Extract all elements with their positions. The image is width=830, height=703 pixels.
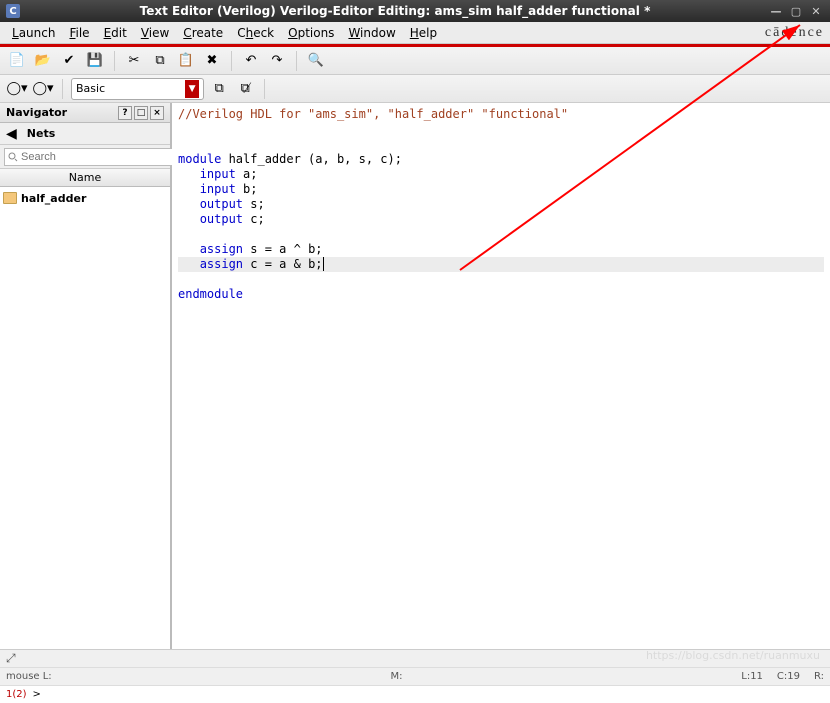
tool-icon-2[interactable]: ⧉̸	[234, 78, 256, 100]
titlebar: C Text Editor (Verilog) Verilog-Editor E…	[0, 0, 830, 22]
nav-tab-label[interactable]: Nets	[27, 127, 55, 140]
save-icon[interactable]: 💾	[84, 50, 106, 72]
maximize-button[interactable]: ▢	[788, 4, 804, 18]
menubar: LaunchFileEditViewCreateCheckOptionsWind…	[0, 22, 830, 44]
command-bar: 1(2) >	[0, 685, 830, 703]
status-bar-icons: ⤢	[0, 649, 830, 667]
navigator-tabs: ◀ Nets	[0, 123, 170, 145]
menu-launch[interactable]: Launch	[6, 24, 61, 42]
help-icon[interactable]: ?	[118, 106, 132, 120]
nav-next-icon[interactable]: ◯▾	[32, 78, 54, 100]
status-mouse-right: R:	[814, 671, 824, 682]
status-icon[interactable]: ⤢	[6, 651, 16, 666]
toolbar-secondary: ◯▾ ◯▾ Basic ▼ ⧉ ⧉̸	[0, 75, 830, 103]
dropdown-arrow-icon[interactable]: ▼	[185, 80, 199, 98]
undo-icon[interactable]: ↶	[240, 50, 262, 72]
status-page: 1(2)	[6, 689, 27, 700]
tree-item[interactable]: half_adder	[3, 190, 167, 206]
separator	[114, 51, 115, 71]
copy-icon[interactable]: ⧉	[149, 50, 171, 72]
delete-icon[interactable]: ✖	[201, 50, 223, 72]
menu-file[interactable]: File	[63, 24, 95, 42]
search-icon[interactable]: 🔍	[305, 50, 327, 72]
nav-prev-icon[interactable]: ◯▾	[6, 78, 28, 100]
minimize-button[interactable]: —	[768, 4, 784, 18]
navigator-header: Navigator ? □ ×	[0, 103, 170, 123]
cut-icon[interactable]: ✂	[123, 50, 145, 72]
navigator-search-row: ▾	[0, 145, 170, 169]
view-select-value: Basic	[76, 82, 105, 95]
new-file-icon[interactable]: 📄	[6, 50, 28, 72]
command-input[interactable]	[45, 688, 824, 702]
folder-icon	[3, 192, 17, 204]
navigator-column-header[interactable]: Name	[0, 169, 170, 187]
tree-item-label: half_adder	[21, 192, 86, 205]
view-select[interactable]: Basic ▼	[71, 78, 204, 100]
menu-options[interactable]: Options	[282, 24, 340, 42]
status-bar-mouse: mouse L: M: L:11 C:19 R:	[0, 667, 830, 685]
separator	[296, 51, 297, 71]
check-icon[interactable]: ✔	[58, 50, 80, 72]
menu-edit[interactable]: Edit	[98, 24, 133, 42]
menu-window[interactable]: Window	[342, 24, 401, 42]
redo-icon[interactable]: ↷	[266, 50, 288, 72]
menu-create[interactable]: Create	[177, 24, 229, 42]
status-mouse-mid: M:	[390, 671, 402, 682]
status-col: C:19	[777, 671, 800, 682]
separator	[62, 79, 63, 99]
undock-icon[interactable]: □	[134, 106, 148, 120]
toolbar-primary: 📄 📂 ✔ 💾 ✂ ⧉ 📋 ✖ ↶ ↷ 🔍	[0, 47, 830, 75]
navigator-search-input[interactable]	[4, 148, 180, 166]
code-editor[interactable]: //Verilog HDL for "ams_sim", "half_adder…	[172, 103, 830, 649]
tool-icon-1[interactable]: ⧉	[208, 78, 230, 100]
window-title: Text Editor (Verilog) Verilog-Editor Edi…	[26, 4, 764, 18]
menu-check[interactable]: Check	[231, 24, 280, 42]
navigator-title: Navigator	[6, 106, 67, 119]
navigator-tree[interactable]: half_adder	[0, 187, 170, 649]
status-line: L:11	[741, 671, 763, 682]
open-folder-icon[interactable]: 📂	[32, 50, 54, 72]
separator	[264, 79, 265, 99]
close-button[interactable]: ✕	[808, 4, 824, 18]
separator	[231, 51, 232, 71]
brand-logo: cādence	[765, 25, 824, 41]
nav-back-icon[interactable]: ◀	[6, 126, 17, 142]
app-icon: C	[6, 4, 20, 18]
command-prompt: >	[33, 689, 41, 700]
menu-help[interactable]: Help	[404, 24, 443, 42]
menu-view[interactable]: View	[135, 24, 175, 42]
paste-icon[interactable]: 📋	[175, 50, 197, 72]
main-area: Navigator ? □ × ◀ Nets ▾ Name half_adder…	[0, 103, 830, 649]
close-panel-icon[interactable]: ×	[150, 106, 164, 120]
navigator-panel: Navigator ? □ × ◀ Nets ▾ Name half_adder	[0, 103, 172, 649]
status-mouse-left: mouse L:	[6, 671, 52, 682]
